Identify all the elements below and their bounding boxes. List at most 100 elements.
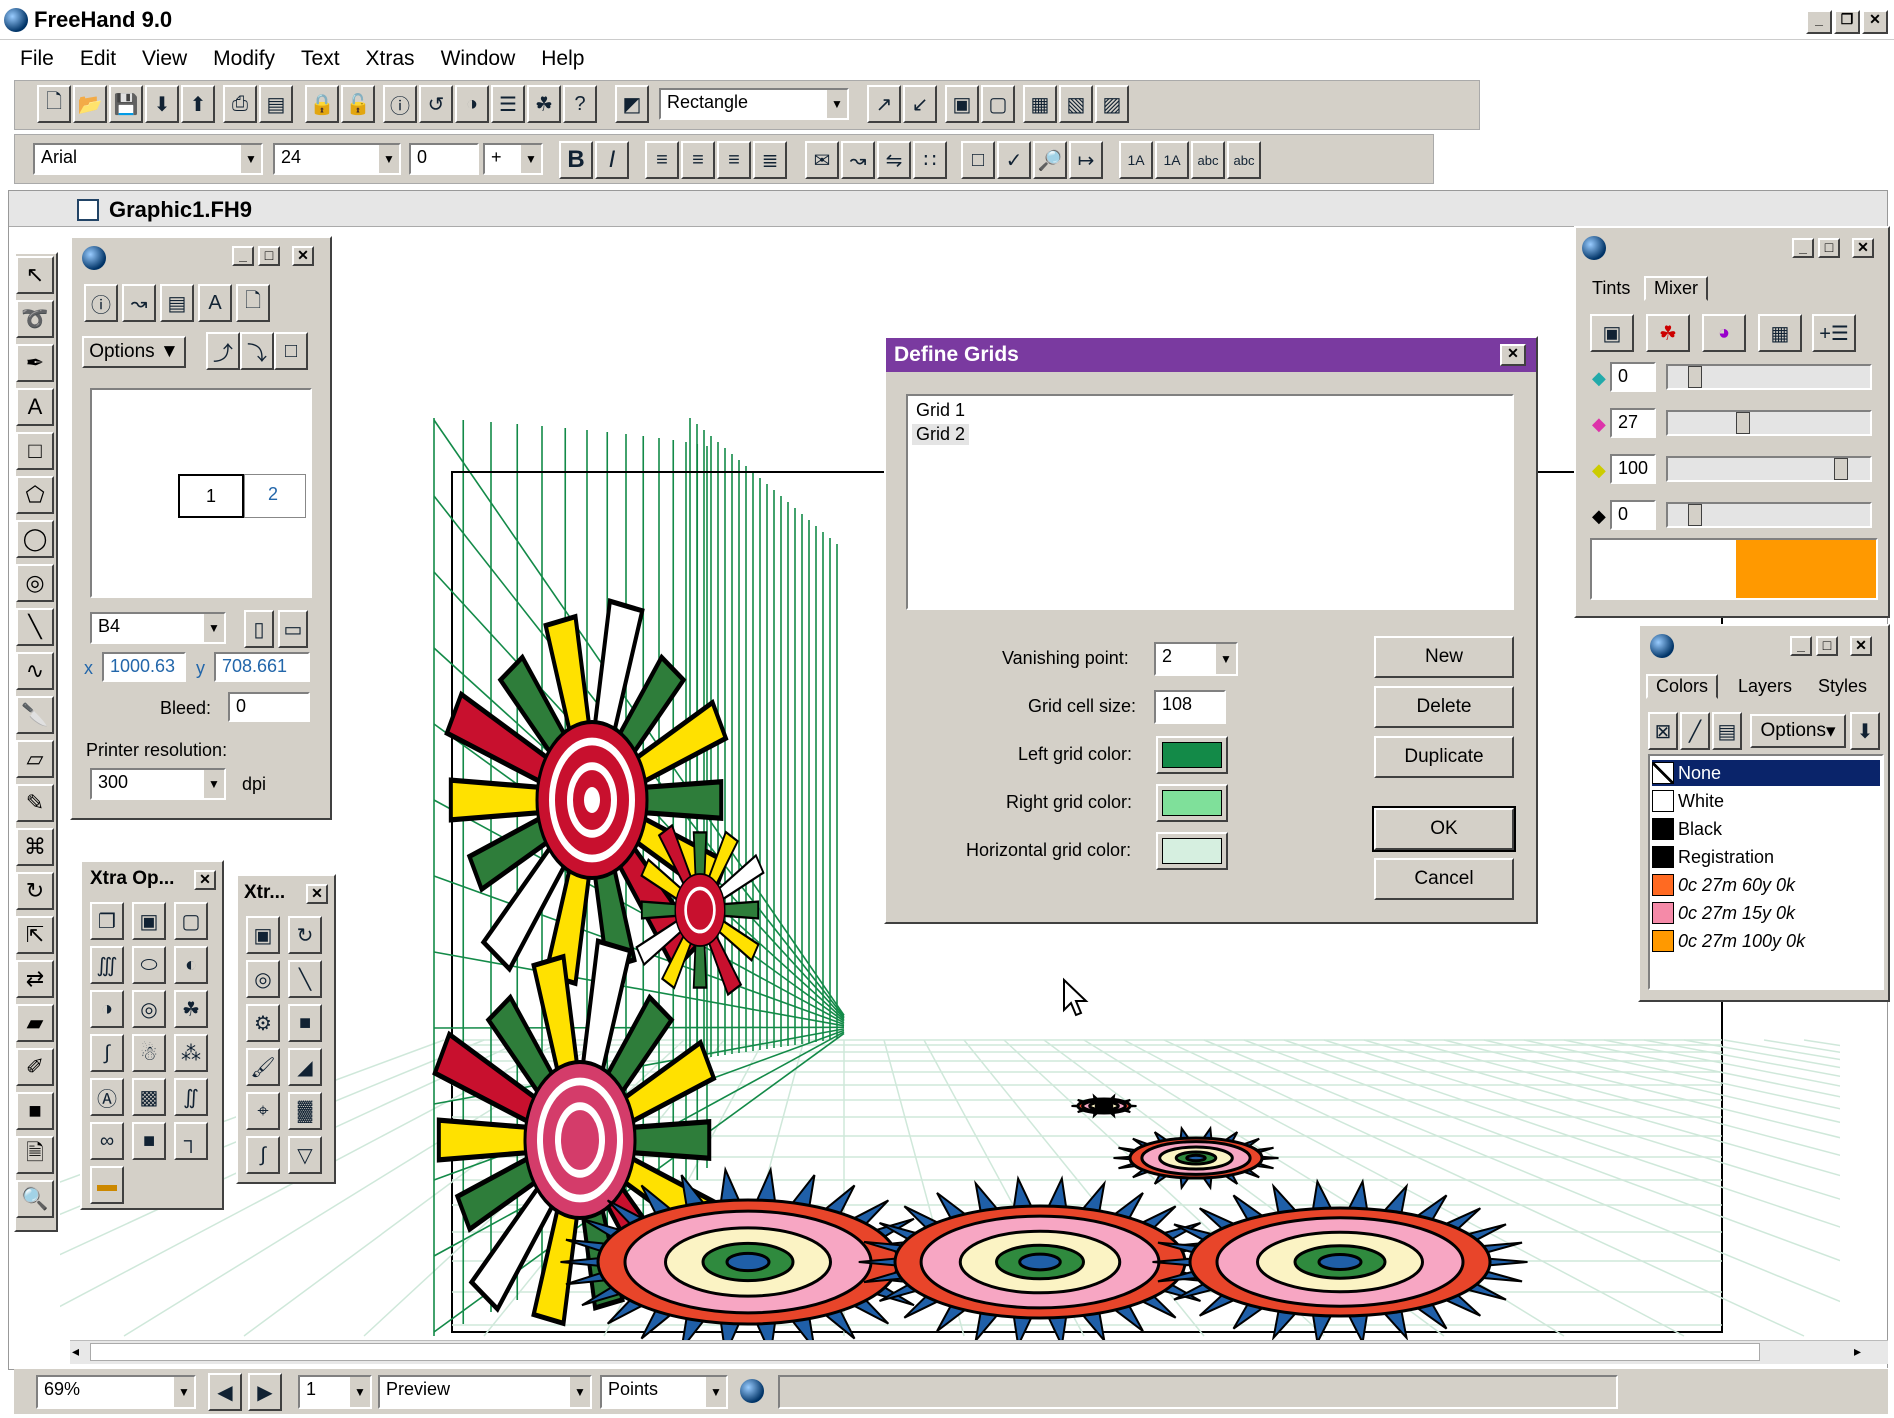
color-list-item[interactable]: Black [1652,816,1880,842]
magenta-slider[interactable] [1666,410,1872,436]
minimize-button[interactable]: _ [1806,10,1832,34]
dialog-close-button[interactable]: ✕ [1500,344,1526,366]
units-select[interactable]: Points ▼ [600,1375,728,1409]
xtra-op-15-icon[interactable]: ∬ [174,1078,208,1116]
grid-list-item[interactable]: Grid 1 [916,400,965,421]
color-list-item[interactable]: White [1652,788,1880,814]
xtra-tool-9-icon[interactable]: ⌖ [246,1092,280,1130]
xtra-op-6-icon[interactable]: ◐ [174,946,208,984]
flow-inside-icon[interactable]: ⇋ [877,141,911,179]
text-tool-icon[interactable]: A [16,388,54,426]
system-color-icon[interactable]: ▦ [1758,314,1802,352]
ellipse-tool-icon[interactable]: ◯ [16,520,54,558]
tab-tints[interactable]: Tints [1592,278,1630,299]
xtra-tool-11-icon[interactable]: ∫ [246,1136,280,1174]
horizontal-grid-color-swatch[interactable] [1156,832,1228,870]
xtra-tool-2-icon[interactable]: ↻ [288,916,322,954]
mixer-maximize-button[interactable]: □ [1818,238,1840,258]
both-selector-icon[interactable]: ▤ [1712,712,1742,750]
black-field[interactable]: 0 [1610,500,1656,530]
portrait-icon[interactable]: ▯ [244,610,274,648]
color-list-item[interactable]: Registration [1652,844,1880,870]
info-icon[interactable]: ⓘ [383,85,417,123]
text-effect-4-icon[interactable]: abc [1227,141,1261,179]
align-left-icon[interactable]: ≡ [645,141,679,179]
xtra-op-12-icon[interactable]: ⁂ [174,1034,208,1072]
xtra-op-2-icon[interactable]: ▣ [132,902,166,940]
rectangle-tool-icon[interactable]: □ [16,432,54,470]
add-to-swatches-icon[interactable]: +☰ [1812,314,1856,352]
unlock-icon[interactable]: 🔓 [341,85,375,123]
ungroup-icon[interactable]: ▢ [981,85,1015,123]
send-to-back-icon[interactable]: ↙ [903,85,937,123]
color-preview[interactable] [1590,538,1878,600]
tab-styles[interactable]: Styles [1818,676,1867,697]
cancel-button[interactable]: Cancel [1374,858,1514,900]
xtra-op-11-icon[interactable]: ☃ [132,1034,166,1072]
page-select[interactable]: 1 ▼ [298,1375,372,1409]
xtra-op-14-icon[interactable]: ▩ [132,1078,166,1116]
colors-options-button[interactable]: Options ▾ [1750,714,1846,748]
menu-xtras[interactable]: Xtras [366,47,415,71]
export-icon[interactable]: ⬆ [181,85,215,123]
lasso-tool-icon[interactable]: ➰ [16,300,54,338]
group-icon[interactable]: ▣ [945,85,979,123]
panel-maximize-button[interactable]: □ [258,246,280,266]
skew-tool-icon[interactable]: ▰ [16,1004,54,1042]
page-tool-icon[interactable]: ⤵ [240,332,274,370]
landscape-icon[interactable]: ▭ [278,610,308,648]
shape-select[interactable]: Rectangle ▼ [659,88,849,120]
menu-help[interactable]: Help [541,47,584,71]
pen-tool-icon[interactable]: ✒ [16,344,54,382]
scroll-right-icon[interactable]: ▸ [1854,1343,1861,1360]
xtra-op-19-icon[interactable]: ▬ [90,1166,124,1204]
knife-tool-icon[interactable]: 🔪 [16,696,54,734]
join-icon[interactable]: ▦ [1023,85,1057,123]
trace-tool-icon[interactable]: ⌘ [16,828,54,866]
color-list-item[interactable]: None [1652,760,1880,786]
menu-view[interactable]: View [142,47,187,71]
xtra-tool-5-icon[interactable]: ⚙ [246,1004,280,1042]
color-list-item[interactable]: 0c 27m 60y 0k [1652,872,1880,898]
tab-mixer[interactable]: Mixer [1644,276,1708,301]
run-around-icon[interactable]: ↦ [1069,141,1103,179]
fill-tool-icon[interactable]: ■ [16,1092,54,1130]
xtra-tool-6-icon[interactable]: ■ [288,1004,322,1042]
freehand-tool-icon[interactable]: ∿ [16,652,54,690]
text-effect-2-icon[interactable]: 1A [1155,141,1189,179]
printer-resolution-select[interactable]: 300 ▼ [90,768,226,800]
menu-window[interactable]: Window [441,47,516,71]
xtra-op-9-icon[interactable]: ☘ [174,990,208,1028]
leading-mode-select[interactable]: + ▼ [483,143,543,175]
save-icon[interactable]: 💾 [109,85,143,123]
ok-button[interactable]: OK [1372,806,1516,852]
text-effect-3-icon[interactable]: abc [1191,141,1225,179]
import-icon[interactable]: ⬇ [145,85,179,123]
scroll-thumb[interactable] [90,1343,1760,1361]
find-replace-icon[interactable]: 🔎 [1033,141,1067,179]
align-right-icon[interactable]: ≡ [717,141,751,179]
split-icon[interactable]: ▧ [1059,85,1093,123]
menu-text[interactable]: Text [301,47,340,71]
cyan-field[interactable]: 0 [1610,362,1656,392]
tab-layers[interactable]: Layers [1738,676,1792,697]
xtra-op-8-icon[interactable]: ◎ [132,990,166,1028]
fill-tab-icon[interactable]: ▤ [160,284,194,322]
polygon-tool-icon[interactable]: ⬠ [16,476,54,514]
yellow-field[interactable]: 100 [1610,454,1656,484]
font-select[interactable]: Arial ▼ [33,143,263,175]
colors-maximize-button[interactable]: □ [1816,636,1838,656]
panel-minimize-button[interactable]: _ [232,246,254,266]
globe-status-icon[interactable] [740,1379,764,1403]
text-effect-1-icon[interactable]: 1A [1119,141,1153,179]
xtra-op-16-icon[interactable]: ∞ [90,1122,124,1160]
object-tab-icon[interactable]: ⓘ [84,284,118,322]
zoom-select[interactable]: 69% ▼ [36,1375,196,1409]
xtra-tool-1-icon[interactable]: ▣ [246,916,280,954]
xtra-tool-3-icon[interactable]: ◎ [246,960,280,998]
magenta-field[interactable]: 27 [1610,408,1656,438]
mixer-close-button[interactable]: ✕ [1852,238,1874,258]
xtra-op-3-icon[interactable]: ▢ [174,902,208,940]
horizontal-scrollbar[interactable]: ◂ ▸ [70,1340,1888,1364]
rgb-mode-icon[interactable]: ☘ [1646,314,1690,352]
